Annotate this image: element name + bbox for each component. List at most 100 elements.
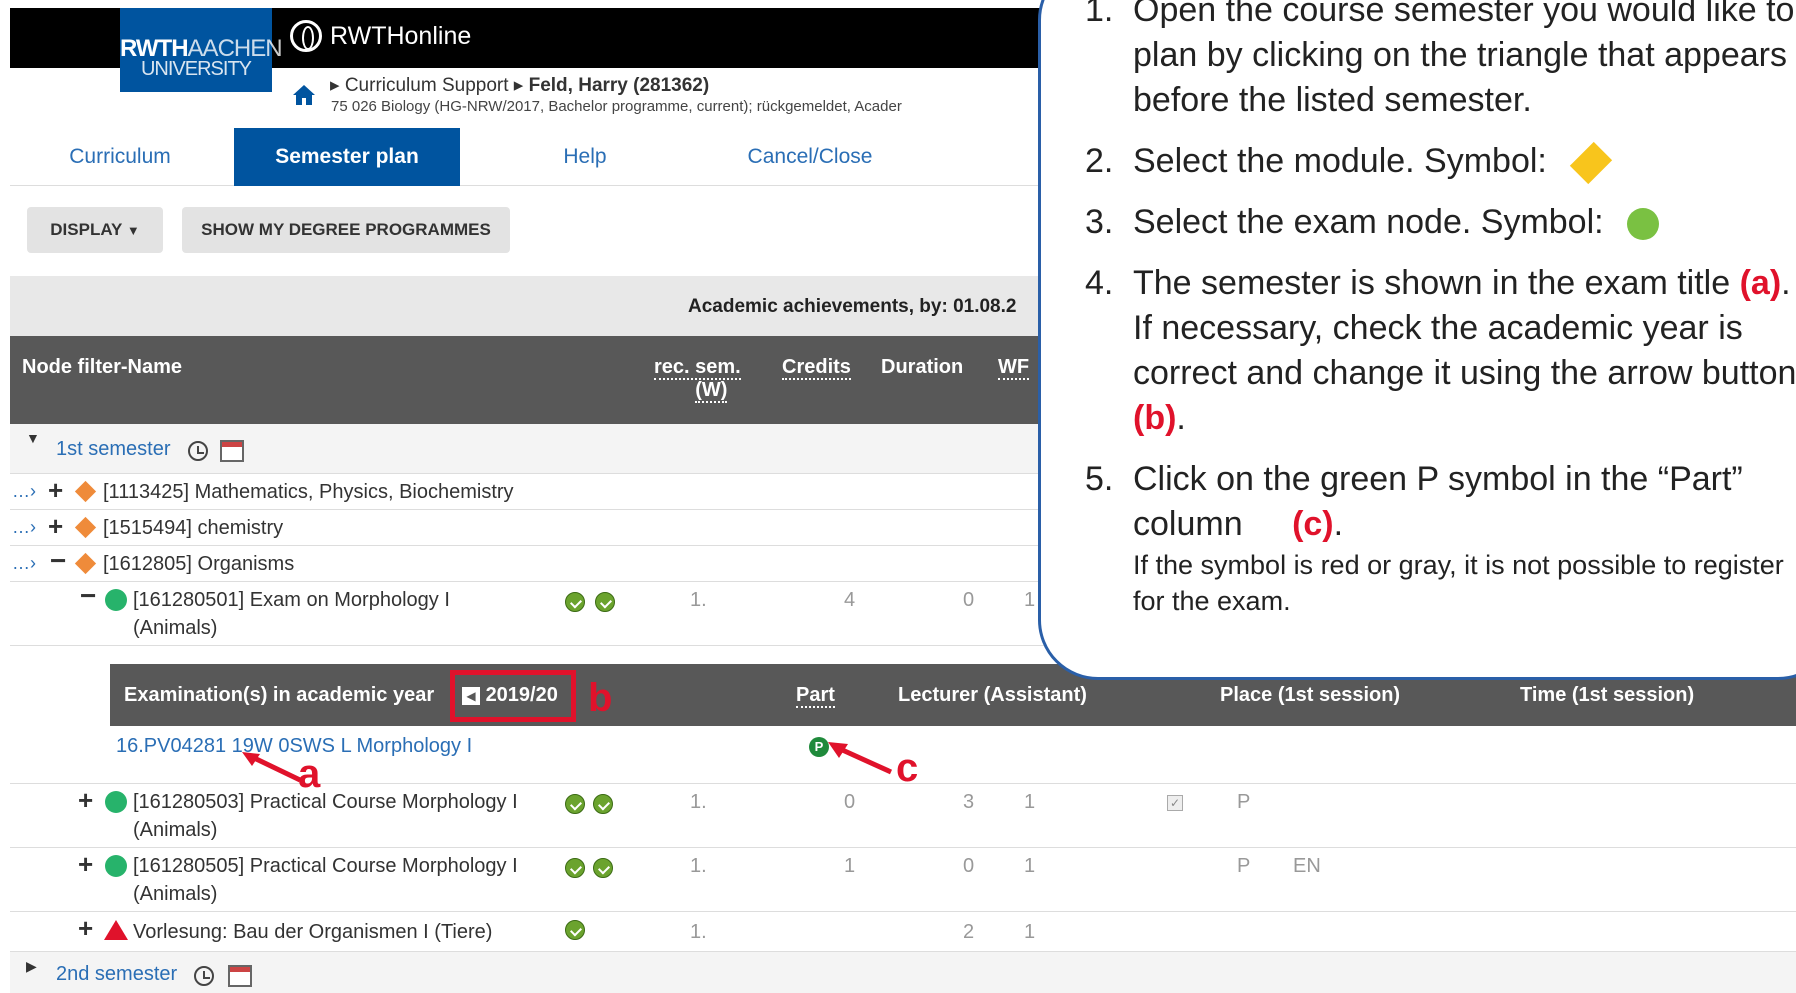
info-check-icon[interactable]	[565, 920, 585, 940]
rec-sem-value: 1.	[690, 921, 707, 943]
step-number: 2.	[1085, 142, 1114, 180]
wf-value: 1	[1024, 589, 1036, 611]
home-icon[interactable]	[292, 84, 316, 106]
more-icon[interactable]: …›	[12, 481, 36, 502]
instruction-step-5: 5. Click on the green P symbol in the “P…	[1085, 457, 1796, 619]
wf-value: 1	[1024, 791, 1036, 813]
expand-plus-icon[interactable]: +	[48, 511, 63, 542]
exam-node-circle-icon	[105, 855, 127, 877]
calendar-icon[interactable]	[228, 965, 252, 987]
status-check-icon[interactable]	[593, 794, 613, 814]
clock-icon[interactable]	[188, 441, 208, 461]
col-rec-sem-w: (W)	[695, 379, 728, 403]
info-check-icon[interactable]	[565, 794, 585, 814]
step-number: 1.	[1085, 0, 1114, 29]
duration-value: 0	[963, 855, 975, 877]
expand-plus-icon[interactable]: +	[48, 475, 63, 506]
step-5-text-b: .	[1333, 505, 1344, 543]
collapsed-triangle-icon[interactable]: ▶	[26, 958, 37, 975]
display-dropdown-button[interactable]: DISPLAY ▼	[27, 207, 163, 253]
achievements-label: Academic achievements, by: 01.08.2	[688, 296, 1017, 317]
info-check-icon[interactable]	[565, 592, 585, 612]
app-title-text: RWTHonline	[330, 21, 472, 50]
col-rec-sem-label: rec. sem.	[654, 356, 741, 380]
step-5-text-a: Click on the green P symbol in the “Part…	[1133, 460, 1743, 543]
instruction-step-3: 3. Select the exam node. Symbol:	[1085, 200, 1796, 245]
step-5-note: If the symbol is red or gray, it is not …	[1133, 550, 1784, 616]
expand-triangle-icon[interactable]: ▼	[26, 430, 40, 446]
rec-sem-value: 1.	[690, 855, 707, 877]
module-name[interactable]: [1612805] Organisms	[103, 553, 294, 576]
annotation-b: b	[588, 676, 613, 720]
clock-icon[interactable]	[194, 966, 214, 986]
breadcrumb-section[interactable]: Curriculum Support	[345, 75, 509, 96]
practical-name[interactable]: [161280505] Practical Course Morphology …	[133, 855, 518, 878]
step-3-text: Select the exam node. Symbol:	[1133, 203, 1604, 241]
breadcrumb-person: Feld, Harry (281362)	[528, 75, 710, 96]
status-check-icon[interactable]	[593, 858, 613, 878]
semester-1-label[interactable]: 1st semester	[56, 438, 170, 461]
credits-value: 4	[844, 589, 856, 611]
expand-plus-icon[interactable]: +	[78, 913, 93, 944]
semester-row-2[interactable]	[10, 952, 1796, 993]
breadcrumb-separator-icon: ▸	[513, 75, 524, 96]
instruction-step-2: 2. Select the module. Symbol:	[1085, 139, 1796, 185]
exam-node-circle-icon	[105, 791, 127, 813]
tab-curriculum[interactable]: Curriculum	[10, 128, 230, 186]
show-degree-programmes-button[interactable]: SHOW MY DEGREE PROGRAMMES	[182, 207, 510, 253]
step-number: 4.	[1085, 264, 1114, 302]
green-circle-icon	[1627, 208, 1660, 241]
module-name[interactable]: [1113425] Mathematics, Physics, Biochemi…	[103, 481, 514, 504]
more-icon[interactable]: …›	[12, 517, 36, 538]
info-check-icon[interactable]	[565, 858, 585, 878]
language-value: EN	[1293, 855, 1321, 877]
practical-name-sub: (Animals)	[133, 819, 218, 841]
tab-help[interactable]: Help	[500, 128, 670, 186]
lecture-name[interactable]: Vorlesung: Bau der Organismen I (Tiere)	[133, 921, 492, 944]
exam-node-name[interactable]: [161280501] Exam on Morphology I	[133, 589, 450, 612]
semester-2-label[interactable]: 2nd semester	[56, 963, 177, 986]
registered-check-icon[interactable]	[595, 592, 615, 612]
collapse-minus-icon[interactable]: −	[80, 580, 96, 612]
step-4-ref-b: (b)	[1133, 399, 1177, 437]
step-4-ref-a: (a)	[1739, 264, 1782, 302]
wf-value: 1	[1024, 921, 1036, 943]
practical-name[interactable]: [161280503] Practical Course Morphology …	[133, 791, 518, 814]
expand-plus-icon[interactable]: +	[78, 785, 93, 816]
annotation-a: a	[298, 752, 321, 796]
step-1-text: Open the course semester you would like …	[1133, 0, 1795, 119]
step-number: 3.	[1085, 203, 1114, 241]
instruction-step-4: 4. The semester is shown in the exam tit…	[1085, 261, 1796, 441]
col-duration: Duration	[881, 356, 964, 378]
caret-down-icon: ▼	[126, 223, 140, 238]
exam-node-circle-icon	[105, 589, 127, 611]
more-icon[interactable]: …›	[12, 553, 36, 574]
exam-node-name-sub: (Animals)	[133, 617, 218, 639]
rec-sem-value: 1.	[690, 791, 707, 813]
col-lecturer: Lecturer (Assistant)	[898, 684, 1087, 706]
col-part: Part	[796, 684, 835, 708]
practical-name-sub: (Animals)	[133, 883, 218, 905]
collapse-minus-icon[interactable]: −	[50, 545, 66, 577]
exam-year-title: Examination(s) in academic year	[124, 684, 435, 706]
col-rec-sem: rec. sem. (W)	[654, 356, 741, 403]
credits-value: 1	[844, 855, 856, 877]
calendar-icon[interactable]	[220, 440, 244, 462]
step-5-ref-c: (c)	[1292, 505, 1334, 543]
rwth-logo[interactable]: RWTHAACHEN UNIVERSITY	[120, 8, 283, 92]
expand-plus-icon[interactable]: +	[78, 849, 93, 880]
annotation-c: c	[896, 746, 919, 790]
step-number: 5.	[1085, 460, 1114, 498]
module-name[interactable]: [1515494] chemistry	[103, 517, 283, 540]
duration-value: 2	[963, 921, 975, 943]
lecture-triangle-icon	[104, 920, 128, 940]
step-4-text-c: .	[1176, 399, 1186, 437]
tab-semester-plan[interactable]: Semester plan	[234, 128, 460, 186]
display-label: DISPLAY	[50, 220, 123, 239]
tab-bar: Curriculum Semester plan Help Cancel/Clo…	[10, 128, 1050, 186]
practical-extra-value: P	[1237, 791, 1251, 813]
yellow-diamond-icon	[1570, 141, 1613, 185]
checked-checkbox[interactable]: ✓	[1167, 795, 1183, 811]
tab-cancel-close[interactable]: Cancel/Close	[710, 128, 910, 186]
col-wf-label: WF	[998, 356, 1030, 380]
